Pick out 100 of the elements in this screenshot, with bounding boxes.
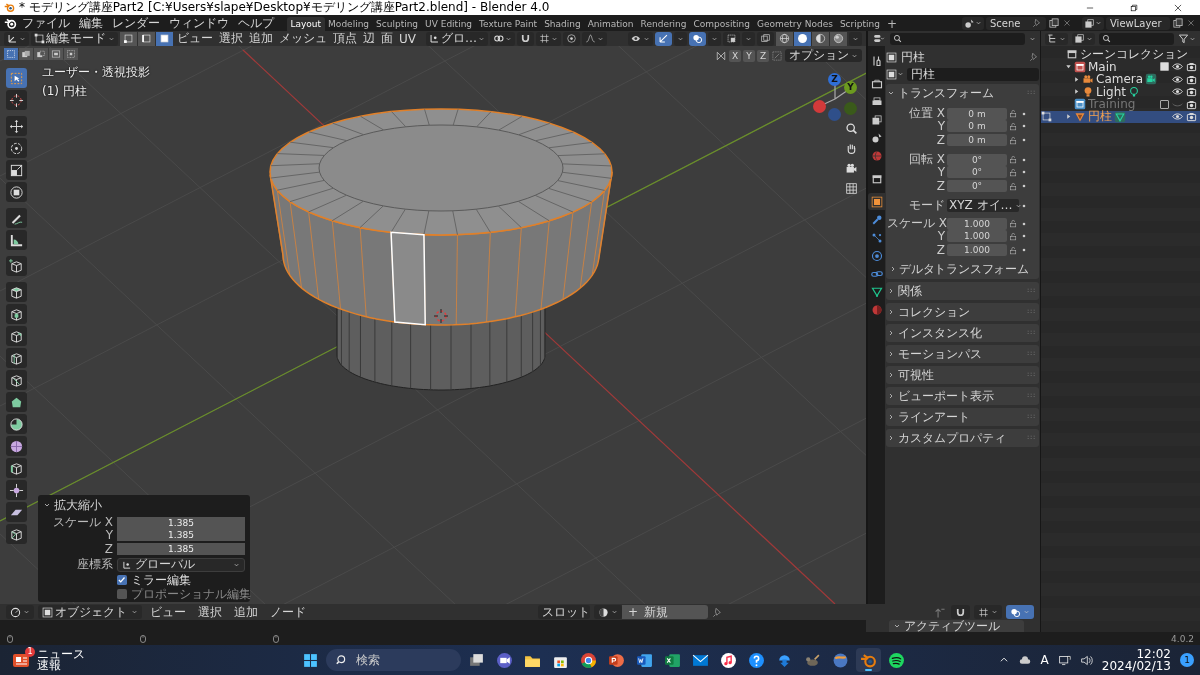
- workspace-tab[interactable]: Rendering: [637, 17, 691, 31]
- number-field[interactable]: 0°: [947, 153, 1007, 166]
- slot-dropdown[interactable]: スロット: [538, 605, 590, 619]
- panel-title[interactable]: 拡大縮小: [54, 496, 102, 514]
- field-label: Y: [936, 229, 945, 243]
- window-title: * モデリング講座Part2 [C:¥Users¥slape¥Desktop¥モデリング講座Part2.blend] - Blender 4.0: [19, 0, 550, 15]
- subpanel-header[interactable]: デルタトランスフォーム: [899, 260, 1029, 278]
- add-workspace-button[interactable]: +: [883, 17, 901, 31]
- workspace-tab[interactable]: UV Editing: [421, 17, 476, 31]
- item-label: シーンコレクション: [1080, 45, 1188, 61]
- menu-item[interactable]: レンダー: [108, 16, 164, 30]
- checkbox-label: ミラー編集: [131, 571, 191, 588]
- panel-header[interactable]: モーションパス: [898, 345, 982, 363]
- number-field[interactable]: 0 m: [947, 134, 1007, 146]
- mirror-axis-toggle[interactable]: Z: [757, 49, 769, 62]
- options-dropdown[interactable]: オプション: [785, 49, 862, 62]
- panel-header[interactable]: 可視性: [898, 366, 934, 384]
- number-field[interactable]: 1.385: [117, 529, 245, 541]
- menu-item[interactable]: 選択: [217, 31, 245, 47]
- item-label: Main: [1088, 59, 1117, 74]
- field-label: Y: [936, 165, 945, 179]
- menu-item[interactable]: UV: [397, 31, 418, 46]
- mode-dropdown[interactable]: 編集モード: [31, 31, 118, 46]
- workspace-tab[interactable]: Modeling: [324, 17, 373, 31]
- number-field[interactable]: 1.000: [947, 217, 1007, 230]
- number-field[interactable]: 0°: [947, 180, 1007, 192]
- outliner-row[interactable]: 円柱: [1041, 110, 1200, 123]
- field-label: Z: [935, 243, 945, 257]
- menu-item[interactable]: ウィンドウ: [165, 16, 233, 30]
- mode-dropdown[interactable]: XYZ オイ…: [947, 199, 1019, 212]
- object-label: (1) 円柱: [42, 83, 88, 100]
- field-label: Z: [935, 133, 945, 147]
- menu-item[interactable]: メッシュ: [277, 31, 329, 47]
- mode-dropdown[interactable]: オブジェクト: [38, 605, 142, 619]
- view-layer-selector-field[interactable]: ViewLayer: [1106, 16, 1170, 30]
- mirror-axis-toggle[interactable]: Y: [743, 49, 755, 62]
- menu-item[interactable]: ビュー: [175, 31, 215, 47]
- orientation-dropdown[interactable]: グロ…: [426, 31, 488, 46]
- menu-item[interactable]: 編集: [75, 16, 107, 30]
- number-field[interactable]: 1.000: [947, 230, 1007, 242]
- number-field[interactable]: 0 m: [947, 107, 1007, 120]
- panel-header[interactable]: トランスフォーム: [898, 84, 994, 102]
- menu-item[interactable]: 辺: [361, 31, 377, 47]
- panel-header[interactable]: カスタムプロパティ: [898, 429, 1006, 447]
- workspace-tab[interactable]: Compositing: [690, 17, 754, 31]
- menu-item[interactable]: ノード: [266, 604, 310, 621]
- workspace-tab[interactable]: Texture Paint: [475, 17, 541, 31]
- workspace-tab[interactable]: Animation: [584, 17, 638, 31]
- field-label: スケール X: [887, 215, 945, 231]
- scene-selector-field[interactable]: Scene: [986, 16, 1046, 30]
- notification-count[interactable]: 1: [1180, 653, 1194, 667]
- input-method-indicator[interactable]: A: [1040, 653, 1049, 667]
- axis-ball[interactable]: Z: [828, 73, 841, 86]
- news-subtitle: 速報: [37, 660, 62, 671]
- panel-header[interactable]: ビューポート表示: [898, 387, 994, 405]
- outliner-row[interactable]: Light: [1041, 85, 1200, 98]
- outliner-row[interactable]: Camera: [1041, 73, 1200, 86]
- number-field[interactable]: 0 m: [947, 120, 1007, 132]
- field-label: Z: [935, 179, 945, 193]
- field-label: Y: [936, 119, 945, 133]
- orientation-dropdown[interactable]: グローバル: [117, 557, 245, 572]
- workspace-tab[interactable]: Geometry Nodes: [753, 17, 837, 31]
- field-label: Y: [104, 528, 113, 542]
- workspace-tab[interactable]: Shading: [540, 17, 585, 31]
- panel-header[interactable]: インスタンス化: [898, 324, 982, 342]
- news-title: ニュース: [37, 649, 85, 660]
- field-label: 回転 X: [907, 151, 945, 167]
- name-field[interactable]: 円柱: [907, 67, 1039, 81]
- workspace-tab[interactable]: Scripting: [836, 17, 884, 31]
- panel-header[interactable]: 関係: [898, 282, 922, 300]
- number-field[interactable]: 1.385: [117, 543, 245, 555]
- menu-item[interactable]: 頂点: [331, 31, 359, 47]
- outliner-row[interactable]: Main: [1041, 60, 1200, 73]
- mirror-axis-toggle[interactable]: X: [729, 49, 741, 62]
- menu-item[interactable]: ヘルプ: [234, 16, 278, 30]
- menu-item[interactable]: ビュー: [146, 604, 190, 621]
- workspace-tab[interactable]: Sculpting: [372, 17, 422, 31]
- menu-item[interactable]: 追加: [230, 604, 262, 621]
- search-field[interactable]: 検索: [326, 649, 461, 671]
- item-label: 円柱: [1088, 109, 1112, 126]
- checkbox-label: プロポーショナル編集: [131, 586, 251, 603]
- menu-item[interactable]: 追加: [247, 31, 275, 47]
- version-label: 4.0.2: [1171, 633, 1194, 644]
- menu-item[interactable]: 選択: [194, 604, 226, 621]
- clock-time[interactable]: 12:02: [1136, 648, 1171, 660]
- object-name: 円柱: [901, 48, 925, 66]
- axis-ball[interactable]: Y: [844, 81, 857, 94]
- number-field[interactable]: 0°: [947, 166, 1007, 178]
- field-label: スケール X: [51, 514, 113, 530]
- panel-header[interactable]: コレクション: [898, 303, 970, 321]
- view-name: ユーザー・透視投影: [42, 64, 150, 81]
- panel-header[interactable]: ラインアート: [898, 408, 970, 426]
- workspace-tab[interactable]: Layout: [287, 17, 325, 31]
- menu-item[interactable]: 面: [379, 31, 395, 47]
- number-field[interactable]: 1.000: [947, 244, 1007, 256]
- menu-item[interactable]: ファイル: [18, 16, 74, 30]
- new-material-button[interactable]: + 新規: [622, 605, 708, 619]
- outliner-row[interactable]: シーンコレクション: [1041, 48, 1200, 61]
- number-field[interactable]: 1.385: [117, 516, 245, 529]
- clock-date[interactable]: 2024/02/13: [1101, 660, 1171, 672]
